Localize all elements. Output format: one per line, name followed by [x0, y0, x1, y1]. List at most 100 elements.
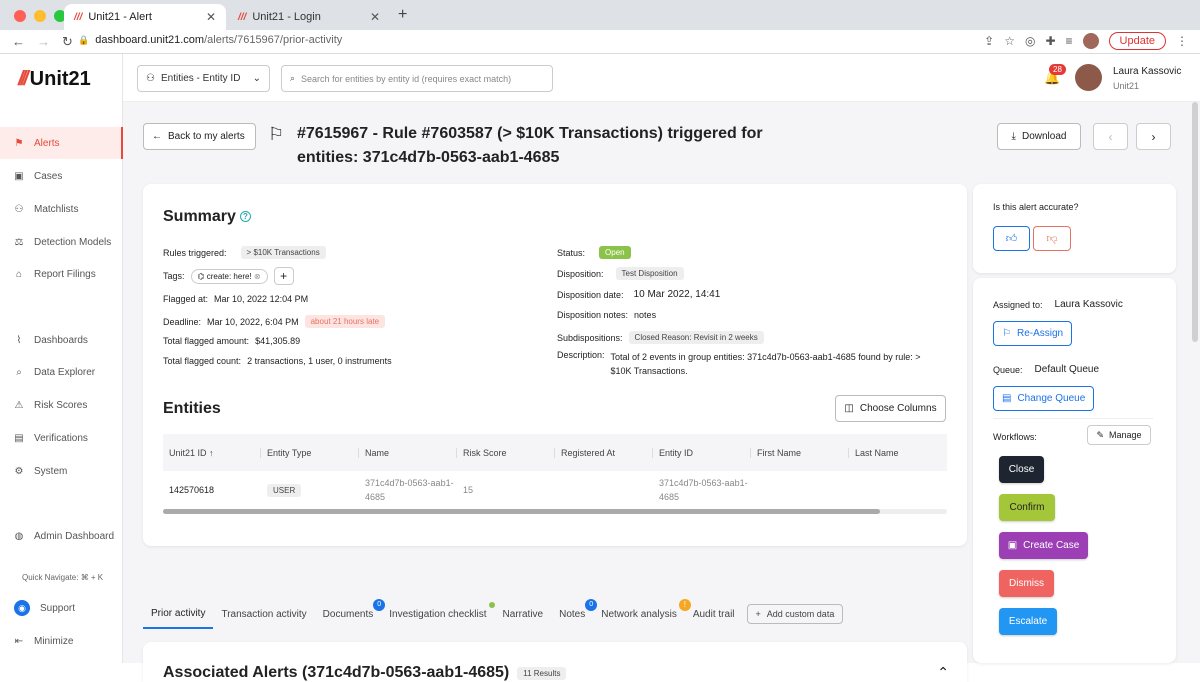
user-name[interactable]: Laura Kassovic: [1113, 66, 1181, 77]
table-row[interactable]: 142570618 USER 371c4d7b-0563-aab1-4685 1…: [163, 471, 947, 509]
close-window-button[interactable]: [14, 10, 26, 22]
sidebar-item-admin-dashboard[interactable]: ◍ Admin Dashboard: [0, 520, 123, 552]
column-header[interactable]: Unit21 ID ↑: [163, 447, 261, 458]
more-menu-icon[interactable]: ⋮: [1176, 34, 1188, 48]
thumbs-down-button[interactable]: 👎︎: [1033, 226, 1071, 251]
thumbs-up-button[interactable]: 👍︎: [993, 226, 1030, 251]
confirm-workflow-button[interactable]: Confirm: [999, 494, 1055, 521]
tab-notes[interactable]: Notes 0: [551, 599, 598, 629]
bookmark-star-icon[interactable]: ☆: [1004, 34, 1015, 48]
sidebar-item-dashboards[interactable]: ⌇ Dashboards: [0, 324, 123, 356]
profile-avatar[interactable]: [1082, 33, 1099, 49]
extension-icon[interactable]: ◎: [1025, 34, 1035, 48]
previous-alert-button[interactable]: ‹: [1093, 123, 1128, 150]
sidebar-item-label: Verifications: [34, 432, 88, 444]
tab-documents[interactable]: Documents 0: [315, 599, 386, 629]
tab-narrative[interactable]: Narrative: [495, 599, 552, 629]
remove-tag-icon[interactable]: ⊗: [254, 272, 261, 281]
table-horizontal-scrollbar[interactable]: [163, 509, 947, 514]
column-header[interactable]: Last Name: [849, 448, 947, 458]
minimize-label: Minimize: [34, 635, 74, 647]
new-tab-icon[interactable]: +: [398, 6, 407, 24]
thumbs-up-icon: 👍︎: [1005, 233, 1018, 245]
minimize-sidebar-button[interactable]: ⇤ Minimize: [0, 625, 123, 657]
tab-label: Prior activity: [151, 607, 206, 619]
share-icon[interactable]: ⇪: [984, 34, 994, 48]
close-tab-icon[interactable]: ✕: [206, 10, 216, 24]
reload-icon[interactable]: ↻: [62, 34, 73, 50]
sidebar-item-alerts[interactable]: ⚑ Alerts: [0, 127, 123, 159]
add-custom-data-button[interactable]: + Add custom data: [746, 604, 844, 624]
scrollbar-thumb[interactable]: [163, 509, 880, 514]
queue-name: Default Queue: [1034, 364, 1100, 375]
close-workflow-button[interactable]: Close: [999, 456, 1044, 483]
workflow-label: Confirm: [1009, 502, 1045, 513]
tab-network-analysis[interactable]: Network analysis!: [593, 599, 691, 629]
chevron-down-icon: ⌄: [252, 73, 261, 84]
close-tab-icon[interactable]: ✕: [370, 10, 380, 24]
sidebar-item-label: Alerts: [34, 137, 60, 149]
sidebar-item-matchlists[interactable]: ⚇ Matchlists: [0, 193, 123, 225]
back-arrow-icon[interactable]: ←: [12, 34, 25, 49]
column-header[interactable]: Registered At: [555, 447, 653, 458]
pencil-icon: ✎: [1096, 429, 1104, 440]
entity-type-dropdown[interactable]: ⚇ Entities - Entity ID ⌄: [137, 65, 270, 92]
reassign-button[interactable]: ⚐ Re-Assign: [993, 321, 1073, 346]
change-queue-label: Change Queue: [1017, 393, 1086, 404]
download-button[interactable]: ⤓ Download: [997, 123, 1081, 150]
rule-chip[interactable]: > $10K Transactions: [240, 246, 326, 259]
create-case-workflow-button[interactable]: ▣ Create Case: [999, 532, 1088, 559]
unit21-logo[interactable]: /// Unit21: [18, 68, 91, 91]
entity-search-input[interactable]: ⌕ Search for entities by entity id (requ…: [281, 65, 553, 92]
support-button[interactable]: ◉ Support: [0, 592, 123, 624]
column-header[interactable]: Risk Score: [457, 447, 555, 458]
workflow-label: Escalate: [1008, 616, 1048, 627]
escalate-workflow-button[interactable]: Escalate: [999, 608, 1057, 635]
status: Status: Open: [557, 246, 631, 259]
download-icon: ⤓: [1011, 131, 1016, 142]
briefcase-icon: ▣: [14, 170, 24, 182]
tab-audit-trail[interactable]: Audit trail: [685, 599, 743, 629]
url-field[interactable]: 🔒 dashboard.unit21.com/alerts/7615967/pr…: [78, 34, 342, 46]
add-tag-button[interactable]: +: [273, 267, 294, 285]
tab-prior-activity[interactable]: Prior activity: [143, 599, 214, 629]
search-placeholder: Search for entities by entity id (requir…: [301, 73, 512, 84]
entities-table: Unit21 ID ↑ Entity Type Name Risk Score …: [163, 434, 947, 509]
sidebar-item-label: Cases: [34, 170, 63, 182]
sidebar-item-verifications[interactable]: ▤ Verifications: [0, 422, 123, 454]
minimize-window-button[interactable]: [34, 10, 46, 22]
dismiss-workflow-button[interactable]: Dismiss: [999, 570, 1054, 597]
chevron-up-icon[interactable]: ⌃: [937, 664, 949, 681]
info-icon[interactable]: ?: [239, 211, 251, 223]
sidebar-item-cases[interactable]: ▣ Cases: [0, 160, 123, 192]
column-header[interactable]: Name: [359, 447, 457, 458]
column-header[interactable]: First Name: [751, 447, 849, 458]
tab-investigation-checklist[interactable]: Investigation checklist: [381, 599, 495, 629]
next-alert-button[interactable]: ›: [1136, 123, 1171, 150]
update-button[interactable]: Update: [1108, 32, 1166, 50]
back-to-alerts-button[interactable]: ← Back to my alerts: [143, 123, 256, 150]
sidebar-item-report-filings[interactable]: ⌂ Report Filings: [0, 258, 123, 290]
reading-list-icon[interactable]: ≡: [1066, 34, 1073, 48]
column-header[interactable]: Entity Type: [261, 447, 359, 458]
back-arrow-icon: ←: [152, 131, 162, 142]
tag-chip[interactable]: ⌬ create: here! ⊗: [190, 268, 268, 284]
plus-icon: +: [755, 609, 761, 619]
change-queue-button[interactable]: ▤ Change Queue: [993, 386, 1095, 411]
page-scrollbar[interactable]: [1192, 102, 1198, 342]
browser-tab-login[interactable]: /// Unit21 - Login ✕: [228, 4, 390, 30]
user-avatar[interactable]: [1075, 64, 1102, 91]
bank-icon: ⌂: [15, 268, 23, 280]
puzzle-icon[interactable]: ✚: [1045, 34, 1055, 48]
column-header[interactable]: Entity ID: [653, 447, 751, 458]
sidebar-item-system[interactable]: ⚙ System: [0, 455, 123, 487]
sidebar-item-risk-scores[interactable]: ⚠ Risk Scores: [0, 389, 123, 421]
choose-columns-button[interactable]: ◫ Choose Columns: [835, 395, 946, 422]
forward-arrow-icon[interactable]: →: [37, 34, 50, 49]
browser-tab-alert[interactable]: /// Unit21 - Alert ✕: [64, 4, 226, 30]
manage-workflows-button[interactable]: ✎ Manage: [1087, 425, 1151, 445]
tab-transaction-activity[interactable]: Transaction activity: [213, 599, 314, 629]
sidebar-item-data-explorer[interactable]: ⌕ Data Explorer: [0, 356, 123, 388]
sidebar-item-detection-models[interactable]: ⚖ Detection Models: [0, 226, 123, 258]
tab-label: Documents: [322, 608, 374, 620]
